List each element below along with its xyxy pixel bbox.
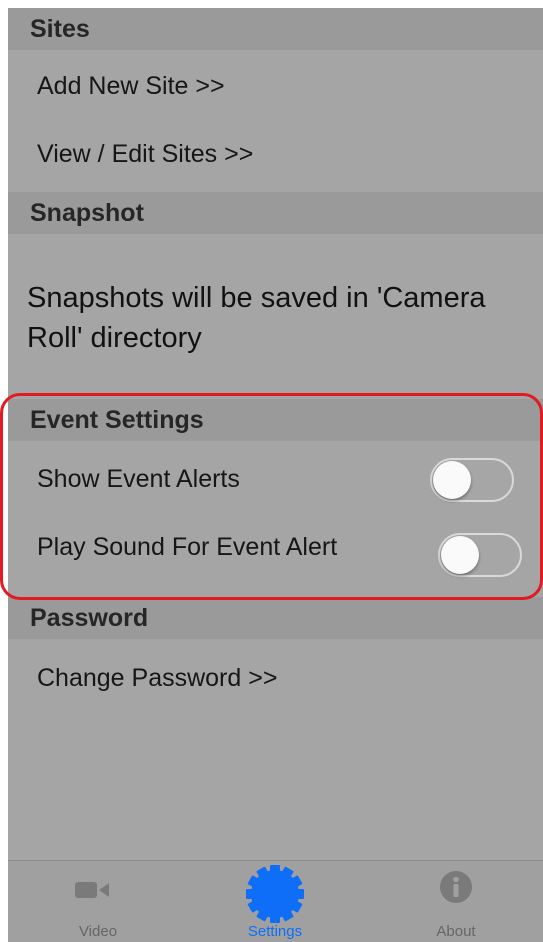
view-edit-sites-link[interactable]: View / Edit Sites >> xyxy=(8,125,543,183)
play-sound-toggle[interactable] xyxy=(438,533,522,577)
tab-about-label: About xyxy=(436,923,476,940)
event-settings-section-header: Event Settings xyxy=(8,399,543,441)
tab-settings-label: Settings xyxy=(247,923,303,940)
play-sound-label: Play Sound For Event Alert xyxy=(37,533,338,561)
show-event-alerts-toggle[interactable] xyxy=(430,458,514,502)
toggle-knob xyxy=(433,461,471,499)
tab-video[interactable]: Video xyxy=(48,861,148,942)
tab-settings[interactable]: Settings xyxy=(225,861,325,942)
settings-screen: Sites Add New Site >> View / Edit Sites … xyxy=(8,8,543,941)
video-camera-icon xyxy=(75,882,109,898)
toggle-knob xyxy=(441,536,479,574)
info-icon xyxy=(440,871,472,903)
tab-video-label: Video xyxy=(78,923,118,940)
sites-section-header: Sites xyxy=(8,8,543,50)
tab-about[interactable]: About xyxy=(406,861,506,942)
snapshot-info-text: Snapshots will be saved in 'Camera Roll'… xyxy=(27,282,486,354)
gear-icon xyxy=(246,865,304,923)
snapshot-section-header: Snapshot xyxy=(8,192,543,234)
tab-bar: Video Settings About xyxy=(8,860,543,942)
show-event-alerts-label: Show Event Alerts xyxy=(37,465,240,493)
change-password-link[interactable]: Change Password >> xyxy=(8,649,543,707)
password-section-header: Password xyxy=(8,597,543,639)
add-new-site-link[interactable]: Add New Site >> xyxy=(8,57,543,115)
